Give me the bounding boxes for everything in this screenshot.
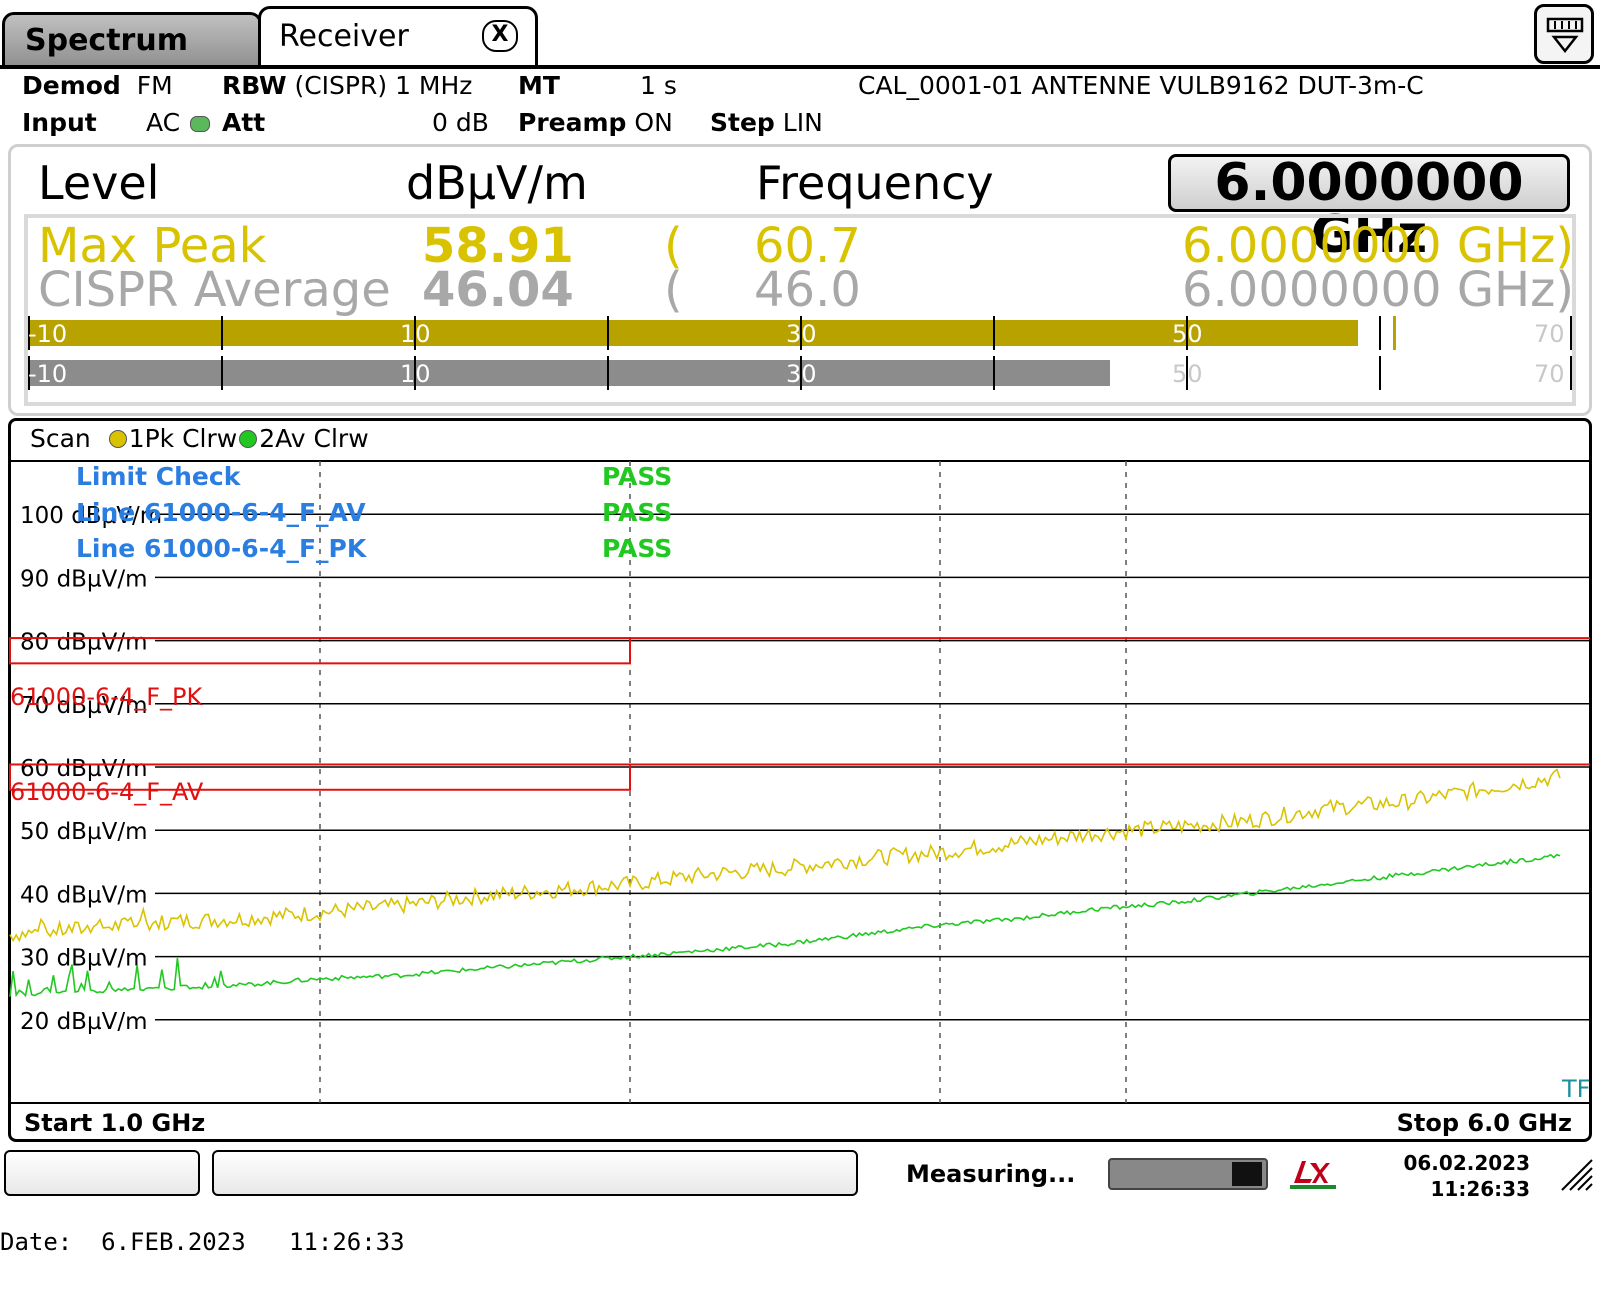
limit-line-av-name: Line 61000-6-4_F_AV [76, 498, 366, 527]
footer-date: Date: 6.FEB.2023 11:26:33 [0, 1228, 405, 1256]
limit-line-pk-result: PASS [602, 534, 672, 563]
y-tick-label: 30 dBµV/m [20, 946, 147, 972]
limit-line-av-result: PASS [602, 498, 672, 527]
status-field-1[interactable] [4, 1150, 200, 1196]
limit-line-pk-name: Line 61000-6-4_F_PK [76, 534, 368, 563]
status-field-2[interactable] [212, 1150, 858, 1196]
limit-check-result: PASS [602, 462, 672, 491]
y-tick-label: 80 dBµV/m [20, 630, 147, 656]
stop-frequency-label: Stop 6.0 GHz [1397, 1109, 1572, 1137]
status-time: 11:26:33 [1430, 1177, 1531, 1201]
measurement-progress-bar [1108, 1158, 1268, 1190]
limit-pk-label: 61000-6-4_F_PK [10, 683, 203, 711]
y-tick-label: 40 dBµV/m [20, 882, 147, 908]
status-datetime: 06.02.2023 11:26:33 [1400, 1150, 1530, 1202]
y-tick-label: 50 dBµV/m [20, 819, 147, 845]
status-text: Measuring... [906, 1160, 1076, 1188]
traces [9, 768, 1561, 998]
limit-av-label: 61000-6-4_F_AV [10, 778, 204, 806]
tf-label: TF [1561, 1075, 1590, 1103]
resize-grip-icon[interactable] [1560, 1158, 1594, 1192]
y-tick-label: 90 dBµV/m [20, 566, 147, 592]
trace-peak-line [9, 768, 1561, 943]
progress-fill [1232, 1162, 1262, 1186]
lxi-logo-icon [1288, 1155, 1338, 1191]
vertical-grid [319, 461, 1127, 1103]
scan-plot: 100 dBµV/m90 dBµV/m80 dBµV/m70 dBµV/m60 … [9, 460, 1590, 1137]
start-frequency-label: Start 1.0 GHz [24, 1109, 205, 1137]
limit-check-title: Limit Check [76, 462, 242, 491]
horizontal-grid [155, 513, 1590, 1021]
status-date: 06.02.2023 [1403, 1151, 1530, 1175]
y-tick-label: 20 dBµV/m [20, 1009, 147, 1035]
y-tick-labels: 100 dBµV/m90 dBµV/m80 dBµV/m70 dBµV/m60 … [20, 503, 162, 1035]
